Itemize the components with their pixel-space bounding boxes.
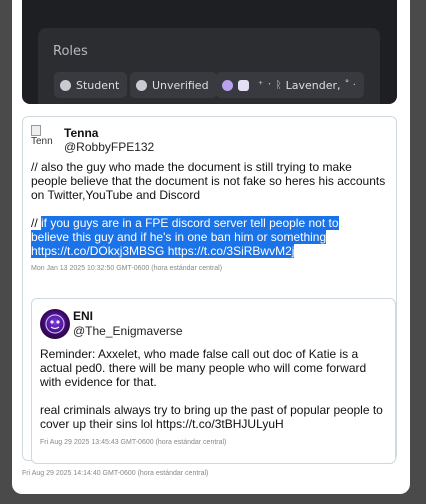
role-color-dot	[136, 79, 147, 91]
broken-image-icon	[31, 125, 41, 136]
tweet-links[interactable]: https://t.co/DOkxj3MBSG https://t.co/3Si…	[31, 244, 295, 258]
roles-section: Roles Student Unverified ⁺ ᛫ ᚱ Lavender,…	[38, 28, 380, 104]
sparkle-icon: ˚ ·	[344, 79, 356, 91]
author-handle[interactable]: @RobbyFPE132	[64, 140, 154, 154]
author-handle[interactable]: @The_Enigmaverse	[73, 324, 183, 338]
role-color-dot	[60, 79, 71, 91]
roles-title: Roles	[53, 44, 88, 59]
avatar: Tenn	[31, 125, 61, 149]
role-color-dot	[222, 79, 233, 91]
selected-text: believe this guy and if he's in one ban …	[31, 230, 327, 244]
tweet-paragraph: // if you guys are in a FPE discord serv…	[31, 216, 339, 258]
sparkle-icon: ⁺ ᛫ ᚱ	[258, 79, 282, 91]
role-unverified[interactable]: Unverified	[130, 72, 217, 98]
selected-text: if you guys are in a FPE discord server …	[41, 216, 339, 230]
discord-profile-card: Roles Student Unverified ⁺ ᛫ ᚱ Lavender,…	[22, 0, 397, 104]
role-icon	[238, 79, 249, 91]
author-name: ENI	[73, 309, 94, 323]
tweet-text: // also the guy who made the document is…	[31, 160, 388, 258]
eni-logo-icon	[45, 314, 65, 334]
role-label: Student	[76, 78, 120, 92]
avatar	[40, 309, 70, 339]
tweet-paragraph: Reminder: Axxelet, who made false call o…	[40, 347, 367, 389]
author-name: Tenna	[64, 126, 99, 140]
tweet-timestamp[interactable]: Fri Aug 29 2025 13:45:43 GMT-0600 (hora …	[40, 439, 226, 446]
role-label: Unverified	[152, 78, 209, 92]
tweet-text: Reminder: Axxelet, who made false call o…	[40, 347, 387, 431]
role-lavender[interactable]: ⁺ ᛫ ᚱ Lavender, ˚ ·	[216, 72, 364, 98]
tweet-timestamp[interactable]: Mon Jan 13 2025 10:32:50 GMT-0600 (hora …	[31, 265, 222, 272]
embed-page: Roles Student Unverified ⁺ ᛫ ᚱ Lavender,…	[12, 0, 410, 494]
tweet-card-inner[interactable]: ENI @The_Enigmaverse Reminder: Axxelet, …	[31, 298, 396, 464]
tweet-paragraph: // also the guy who made the document is…	[31, 160, 386, 202]
tweet-timestamp[interactable]: Fri Aug 29 2025 14:14:40 GMT-0600 (hora …	[22, 470, 208, 477]
tweet-paragraph: real criminals always try to bring up th…	[40, 403, 383, 431]
role-student[interactable]: Student	[54, 72, 128, 98]
role-label: Lavender,	[285, 78, 341, 92]
tweet-card-outer[interactable]: Tenn Tenna @RobbyFPE132 // also the guy …	[22, 116, 397, 464]
